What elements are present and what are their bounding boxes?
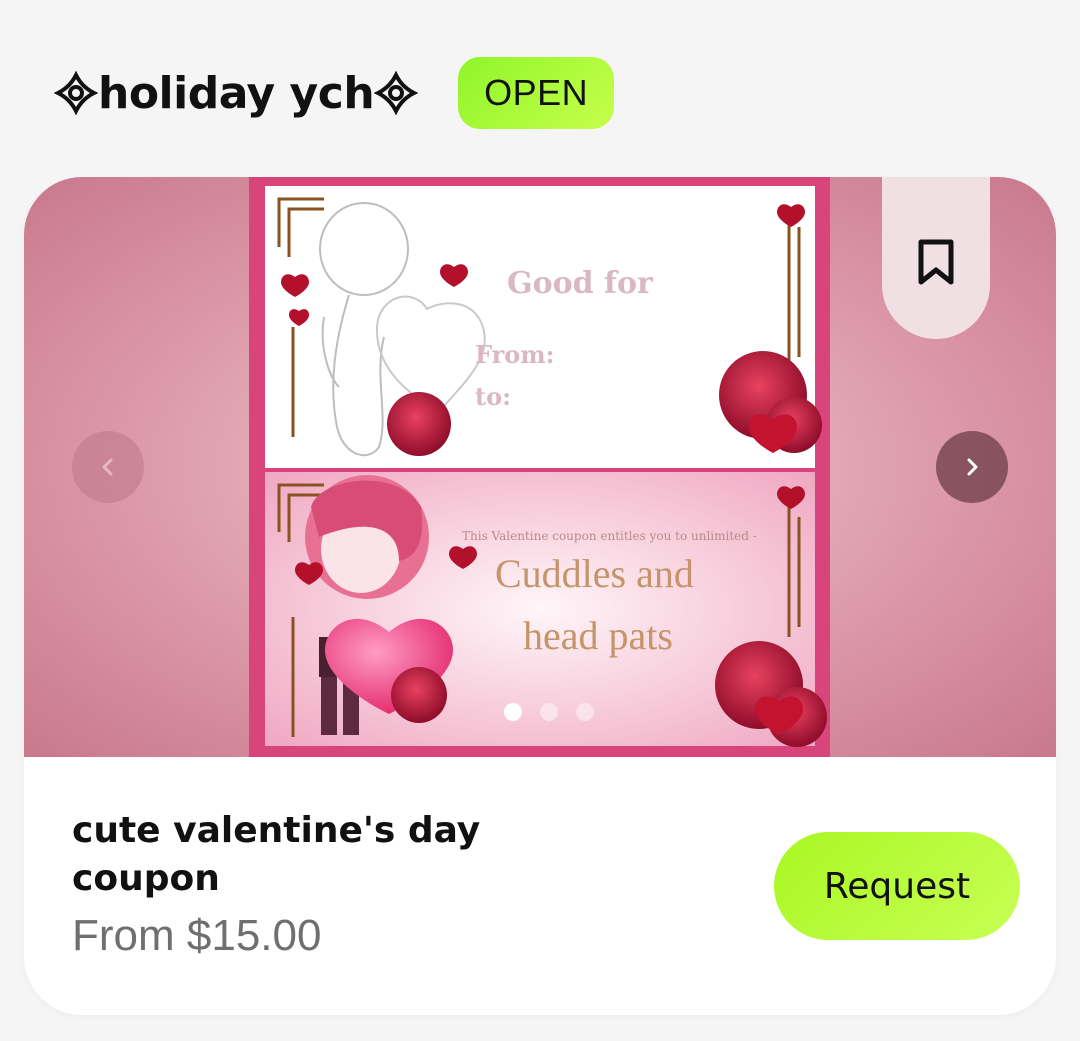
coupon-entitles: This Valentine coupon entitles you to un… [462, 529, 757, 543]
coupon-from: From: [475, 340, 555, 369]
product-card[interactable]: Good for From: to: This Valentine coupon… [24, 177, 1056, 1015]
coupon-good-for: Good for [507, 266, 654, 301]
chevron-right-icon [967, 458, 978, 476]
gallery-prev-button[interactable] [72, 431, 144, 503]
section-title-text: holiday ych [98, 67, 375, 119]
bookmark-button[interactable] [882, 177, 990, 339]
sparkle-icon [374, 71, 419, 115]
product-title: cute valentine's day coupon [72, 810, 481, 899]
coupon-line1: Cuddles and [495, 551, 694, 596]
pagination-dot-active[interactable] [504, 703, 522, 721]
coupon-line2: head pats [523, 613, 673, 658]
chevron-left-icon [102, 458, 113, 476]
request-button[interactable]: Request [774, 832, 1020, 940]
status-badge: OPEN [458, 57, 615, 129]
sparkle-icon [54, 71, 98, 115]
image-gallery[interactable]: Good for From: to: This Valentine coupon… [24, 177, 1056, 757]
coupon-image: Good for From: to: This Valentine coupon… [249, 177, 830, 757]
bookmark-icon [918, 239, 954, 285]
pagination-dot[interactable] [576, 703, 594, 721]
section-header: holiday ych OPEN [54, 56, 615, 130]
pagination-dot[interactable] [540, 703, 558, 721]
gallery-pagination [504, 703, 594, 721]
section-title: holiday ych [54, 67, 419, 119]
coupon-to: to: [475, 382, 511, 411]
product-price: From $15.00 [72, 911, 322, 960]
gallery-next-button[interactable] [936, 431, 1008, 503]
